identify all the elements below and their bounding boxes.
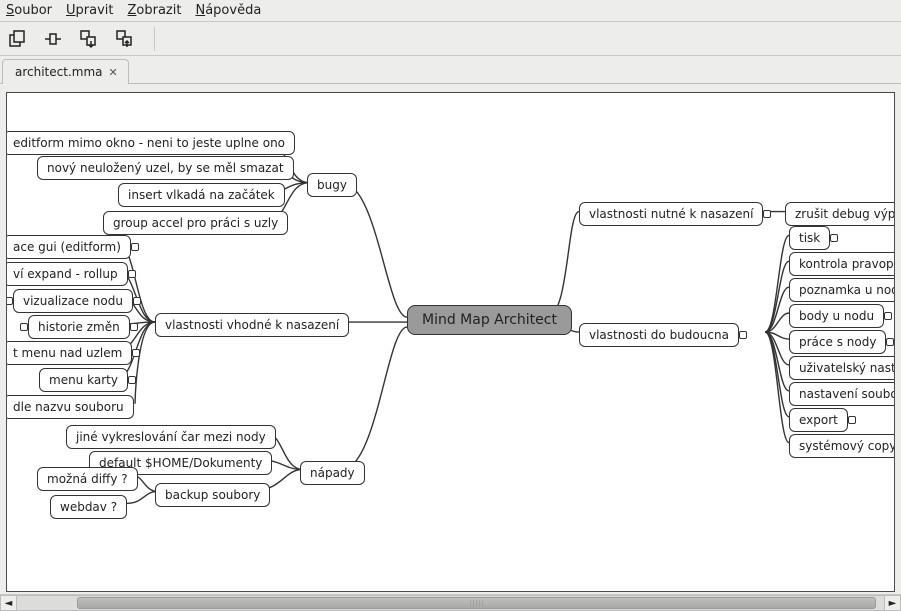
- node-nutne-child[interactable]: zrušit debug výpisy: [785, 202, 895, 226]
- expand-handle-icon[interactable]: [20, 323, 28, 331]
- expand-handle-icon[interactable]: [131, 243, 139, 251]
- mindmap-canvas[interactable]: Mind Map Architect bugy editform mimo ok…: [6, 92, 895, 592]
- tabbar: architect.mma ✕: [0, 56, 901, 84]
- node-budoucna-child[interactable]: práce s nody: [789, 330, 886, 354]
- expand-handle-icon[interactable]: [830, 234, 838, 242]
- canvas-wrap: Mind Map Architect bugy editform mimo ok…: [0, 84, 901, 594]
- copy-icon: [7, 29, 27, 49]
- stack-down-icon: [79, 29, 99, 49]
- right-arrow-icon: ►: [889, 598, 897, 609]
- node-budoucna-child[interactable]: export: [789, 408, 848, 432]
- menubar: Soubor Upravit Zobrazit Nápověda: [0, 0, 901, 22]
- node-backup-child[interactable]: možná diffy ?: [37, 467, 138, 491]
- menu-edit[interactable]: Upravit: [66, 3, 113, 18]
- expand-handle-icon[interactable]: [886, 338, 894, 346]
- node-vhodne-child[interactable]: dle nazvu souboru: [6, 395, 134, 419]
- node-backup-child[interactable]: webdav ?: [50, 495, 127, 519]
- tab-label: architect.mma: [15, 65, 103, 79]
- node-budoucna-child[interactable]: poznamka u nodu: [789, 278, 895, 302]
- tab-architect[interactable]: architect.mma ✕: [2, 59, 129, 84]
- node-napady-child[interactable]: jiné vykreslování čar mezi nody: [66, 425, 276, 449]
- toolbar-stack-down-button[interactable]: [78, 28, 100, 50]
- node-vhodne-child[interactable]: historie změn: [28, 315, 130, 339]
- node-bugy-child[interactable]: nový neuložený uzel, by se měl smazat: [37, 156, 294, 180]
- scroll-left-button[interactable]: ◄: [0, 595, 17, 611]
- stack-up-icon: [115, 29, 135, 49]
- node-center[interactable]: Mind Map Architect: [407, 305, 572, 335]
- expand-handle-icon[interactable]: [128, 270, 136, 278]
- node-budoucna-child[interactable]: body u nodu: [789, 304, 884, 328]
- node-bugy-child[interactable]: editform mimo okno - neni to jeste uplne…: [6, 131, 295, 155]
- node-vhodne-child[interactable]: t menu nad uzlem: [6, 341, 132, 365]
- node-budoucna[interactable]: vlastnosti do budoucna: [579, 323, 739, 347]
- menu-view[interactable]: Zobrazit: [128, 3, 182, 18]
- node-bugy[interactable]: bugy: [307, 173, 357, 197]
- expand-handle-icon[interactable]: [133, 297, 141, 305]
- node-bugy-child[interactable]: insert vlkadá na začátek: [118, 183, 285, 207]
- node-vhodne-child[interactable]: vizualizace nodu: [13, 289, 133, 313]
- horizontal-scrollbar[interactable]: ◄ ►: [0, 594, 901, 611]
- node-budoucna-child[interactable]: systémový copybor: [789, 434, 895, 458]
- expand-handle-icon[interactable]: [739, 331, 747, 339]
- expand-handle-icon[interactable]: [763, 210, 771, 218]
- menu-help[interactable]: Nápověda: [195, 3, 261, 18]
- node-vhodne-child[interactable]: menu karty: [39, 368, 128, 392]
- node-nutne[interactable]: vlastnosti nutné k nasazení: [579, 202, 763, 226]
- center-icon: [43, 29, 63, 49]
- expand-handle-icon[interactable]: [848, 416, 856, 424]
- node-vhodne-child[interactable]: ví expand - rollup: [6, 262, 128, 286]
- toolbar-center-button[interactable]: [42, 28, 64, 50]
- node-vhodne-child[interactable]: ace gui (editform): [6, 235, 131, 259]
- node-budoucna-child[interactable]: uživatelský nastave: [789, 356, 895, 380]
- node-vhodne[interactable]: vlastnosti vhodné k nasazení: [155, 313, 349, 337]
- scroll-right-button[interactable]: ►: [884, 595, 901, 611]
- node-napady[interactable]: nápady: [300, 461, 365, 485]
- toolbar-stack-up-button[interactable]: [114, 28, 136, 50]
- toolbar: [0, 22, 901, 56]
- toolbar-copy-button[interactable]: [6, 28, 28, 50]
- expand-handle-icon[interactable]: [128, 376, 136, 384]
- node-budoucna-child[interactable]: nastavení souboru: [789, 382, 895, 406]
- expand-handle-icon[interactable]: [6, 297, 13, 305]
- menu-file[interactable]: Soubor: [6, 3, 52, 18]
- expand-handle-icon[interactable]: [130, 323, 138, 331]
- node-budoucna-child[interactable]: tisk: [789, 226, 830, 250]
- toolbar-separator: [154, 27, 155, 51]
- node-napady-backup[interactable]: backup soubory: [155, 483, 270, 507]
- left-arrow-icon: ◄: [5, 598, 13, 609]
- expand-handle-icon[interactable]: [884, 312, 892, 320]
- tab-close-icon[interactable]: ✕: [109, 66, 118, 79]
- node-bugy-child[interactable]: group accel pro práci s uzly: [103, 211, 288, 235]
- scroll-track[interactable]: [17, 595, 884, 611]
- expand-handle-icon[interactable]: [132, 349, 140, 357]
- scroll-thumb[interactable]: [77, 597, 876, 609]
- node-budoucna-child[interactable]: kontrola pravopisu: [789, 252, 895, 276]
